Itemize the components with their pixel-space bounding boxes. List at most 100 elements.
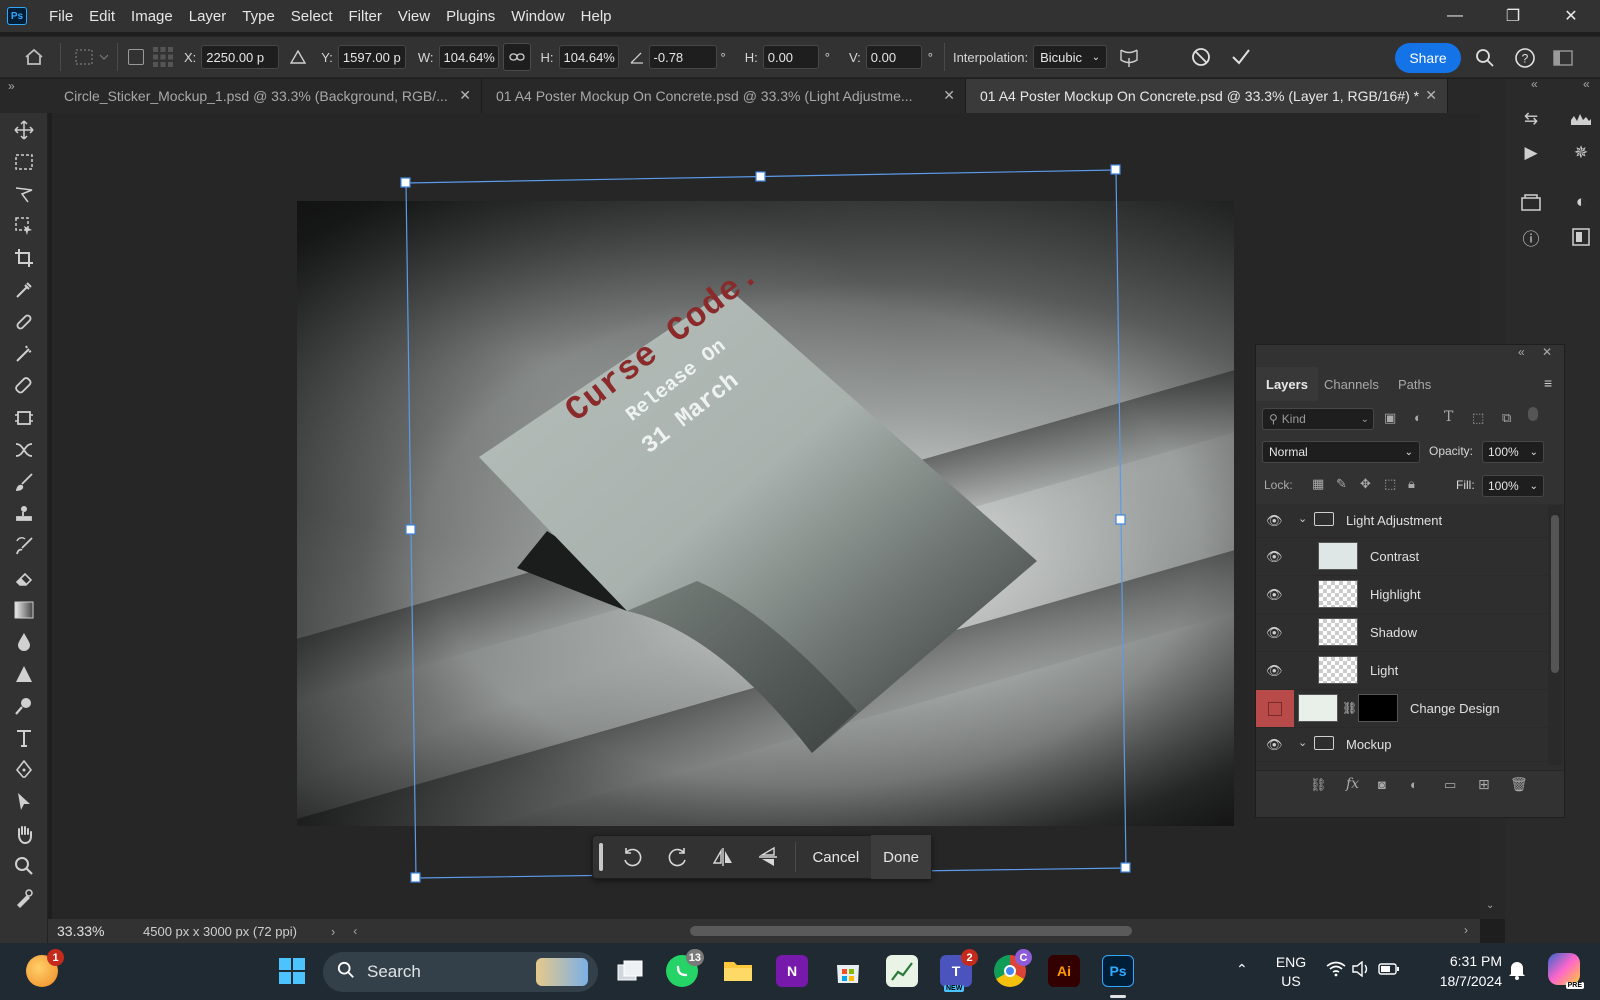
transform-handle[interactable] <box>1120 862 1131 873</box>
link-layers-icon[interactable]: ⛓︎ <box>1310 777 1327 793</box>
panel-menu-icon[interactable]: ≡ <box>1544 375 1552 391</box>
sharpen-tool-icon[interactable] <box>11 661 37 687</box>
move-tool-icon[interactable] <box>11 117 37 143</box>
lock-paint-icon[interactable]: ✎ <box>1336 476 1347 492</box>
type-tool-icon[interactable] <box>11 725 37 751</box>
opacity-field[interactable]: 100% ⌄ <box>1482 441 1544 463</box>
transform-handle[interactable] <box>1110 164 1121 175</box>
spot-healing-tool-icon[interactable] <box>11 309 37 335</box>
history-icon[interactable]: ⇆ <box>1518 106 1544 132</box>
start-icon[interactable] <box>276 955 308 987</box>
adjustments-icon[interactable]: ◐ <box>1568 189 1594 215</box>
drag-handle[interactable] <box>599 843 603 871</box>
zoom-level[interactable]: 33.33% <box>57 923 133 939</box>
chevron-up-icon[interactable]: ⌃ <box>1236 961 1248 978</box>
layer-row-light-adjustment[interactable]: 👁︎ ⌄ Light Adjustment <box>1256 504 1548 538</box>
transform-handle[interactable] <box>1115 514 1126 525</box>
menu-type[interactable]: Type <box>242 8 275 25</box>
weather-widget-icon[interactable]: 1 <box>26 949 64 987</box>
interpolation-select[interactable]: Bicubic ⌄ <box>1033 45 1108 69</box>
scroll-left-icon[interactable]: ‹ <box>353 924 357 938</box>
close-icon[interactable]: ✕ <box>1425 87 1437 104</box>
close-icon[interactable]: ✕ <box>943 87 955 104</box>
layer-row-mockup[interactable]: 👁︎ ⌄ Mockup <box>1256 728 1548 762</box>
commit-transform-icon[interactable] <box>1229 48 1253 66</box>
reference-point-icon[interactable] <box>73 45 109 69</box>
scroll-down-icon[interactable]: ⌄ <box>1486 900 1494 911</box>
properties-icon[interactable] <box>1568 224 1594 250</box>
add-mask-icon[interactable]: ◙ <box>1378 777 1386 792</box>
actions-icon[interactable]: ▶ <box>1518 140 1544 166</box>
eye-icon[interactable]: 👁︎ <box>1266 737 1284 752</box>
layer-row-light[interactable]: 👁︎ Light <box>1256 652 1548 690</box>
taskbar-search-box[interactable]: Search <box>323 952 598 992</box>
reference-checkbox[interactable] <box>128 49 144 65</box>
menu-window[interactable]: Window <box>511 8 564 25</box>
teams-icon[interactable]: T 2 NEW <box>940 949 978 992</box>
filter-shape-icon[interactable]: ⬚ <box>1472 410 1484 426</box>
transform-handle[interactable] <box>755 171 766 182</box>
blur-tool-icon[interactable] <box>11 629 37 655</box>
illustrator-icon[interactable]: Ai <box>1048 955 1080 987</box>
search-icon[interactable] <box>1474 47 1496 69</box>
hand-tool-icon[interactable] <box>11 821 37 847</box>
whatsapp-icon[interactable]: 13 <box>666 949 704 987</box>
delta-icon[interactable] <box>289 50 307 64</box>
delete-layer-icon[interactable]: 🗑︎ <box>1510 776 1528 793</box>
wifi-icon[interactable] <box>1326 961 1346 982</box>
rotate-right-icon[interactable] <box>666 845 689 869</box>
menu-file[interactable]: File <box>49 8 73 25</box>
gradient-tool-icon[interactable] <box>11 597 37 623</box>
workspace-icon[interactable] <box>1552 47 1574 69</box>
layer-list-scrollbar[interactable] <box>1548 505 1562 765</box>
scroll-right-icon[interactable]: › <box>1464 923 1468 937</box>
healing-brush-tool-icon[interactable] <box>11 373 37 399</box>
height-field[interactable]: 104.64% <box>558 45 619 69</box>
home-icon[interactable] <box>22 45 46 69</box>
menu-layer[interactable]: Layer <box>189 8 227 25</box>
link-icon[interactable]: ⛓︎ <box>1342 701 1357 715</box>
eye-icon[interactable]: 👁︎ <box>1266 625 1284 640</box>
collapse-dock-icon[interactable]: « <box>1531 77 1538 91</box>
new-adjustment-icon[interactable]: ◐ <box>1410 777 1418 792</box>
filter-adjustment-icon[interactable]: ◐ <box>1414 410 1422 425</box>
cancel-button[interactable]: Cancel <box>812 849 859 866</box>
help-icon[interactable]: ? <box>1514 47 1536 69</box>
eye-icon[interactable]: 👁︎ <box>1266 663 1284 678</box>
volume-icon[interactable] <box>1352 960 1372 982</box>
microsoft-store-icon[interactable] <box>832 955 864 987</box>
lasso-tool-icon[interactable] <box>11 181 37 207</box>
language-indicator[interactable]: ENG US <box>1274 953 1308 991</box>
menu-filter[interactable]: Filter <box>349 8 382 25</box>
chevron-down-icon[interactable]: ⌄ <box>1298 736 1307 749</box>
restore-button[interactable]: ❐ <box>1484 0 1542 32</box>
histogram-icon[interactable] <box>1568 106 1594 132</box>
layer-filter-select[interactable]: ⚲ Kind ⌄ <box>1262 408 1374 430</box>
transform-tool-icon[interactable] <box>11 437 37 463</box>
tab-paths[interactable]: Paths <box>1388 367 1441 401</box>
path-selection-tool-icon[interactable] <box>11 789 37 815</box>
history-brush-tool-icon[interactable] <box>11 533 37 559</box>
filter-pixel-icon[interactable]: ▣ <box>1384 410 1396 426</box>
frame-tool-icon[interactable] <box>11 405 37 431</box>
notification-bell-icon[interactable] <box>1508 960 1526 985</box>
fx-icon[interactable]: fx <box>1346 776 1359 792</box>
close-icon[interactable]: ✕ <box>459 87 471 104</box>
edit-toolbar-icon[interactable] <box>11 885 37 911</box>
close-panel-icon[interactable]: ✕ <box>1542 345 1552 359</box>
layer-row-change-design[interactable]: ⛓︎ Change Design <box>1256 690 1548 728</box>
tab-poster-layer-1[interactable]: 01 A4 Poster Mockup On Concrete.psd @ 33… <box>966 79 1448 113</box>
remove-tool-icon[interactable] <box>11 341 37 367</box>
dodge-tool-icon[interactable] <box>11 693 37 719</box>
filter-smart-object-icon[interactable]: ⧉ <box>1502 410 1511 426</box>
collapse-panels-icon[interactable]: » <box>8 79 15 93</box>
object-selection-tool-icon[interactable] <box>11 213 37 239</box>
new-layer-icon[interactable]: ⊞ <box>1478 776 1490 793</box>
link-icon[interactable] <box>502 43 531 71</box>
share-button[interactable]: Share <box>1395 43 1461 73</box>
filter-type-icon[interactable]: T <box>1444 409 1453 425</box>
brush-tool-icon[interactable] <box>11 469 37 495</box>
libraries-icon[interactable] <box>1518 189 1544 215</box>
clock[interactable]: 6:31 PM 18/7/2024 <box>1420 951 1502 991</box>
vskew-field[interactable]: 0.00 <box>865 45 922 69</box>
